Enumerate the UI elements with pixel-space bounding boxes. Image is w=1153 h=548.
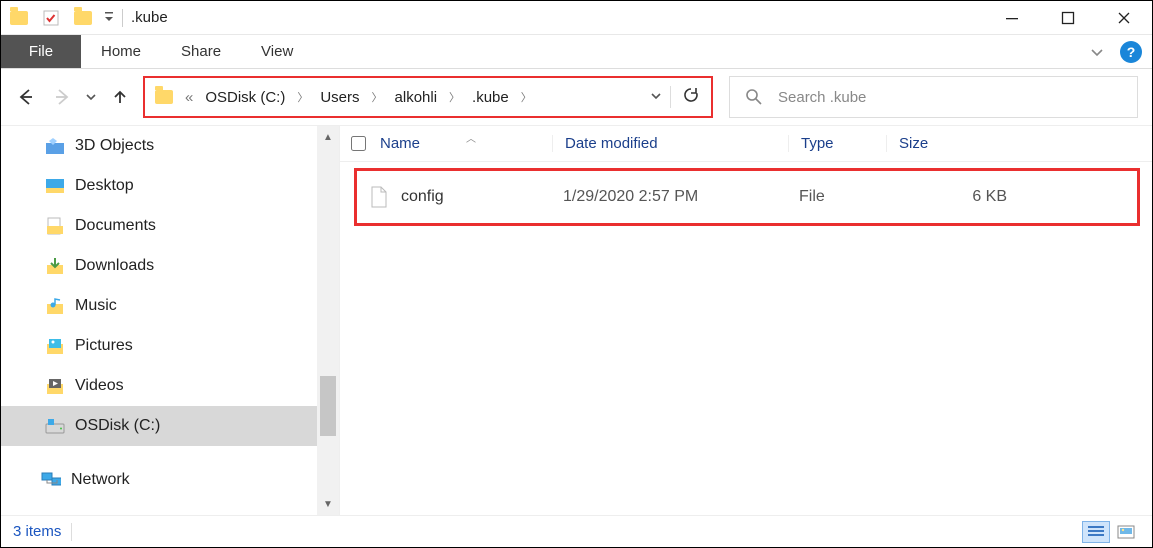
refresh-button[interactable]: [671, 86, 711, 108]
close-button[interactable]: [1096, 1, 1152, 35]
column-type[interactable]: Type: [788, 135, 886, 152]
window-controls: [984, 1, 1152, 35]
status-bar: 3 items: [1, 515, 1152, 547]
tree-item-label: Desktop: [75, 177, 134, 195]
details-view-button[interactable]: [1082, 521, 1110, 543]
drive-icon: [45, 416, 65, 436]
scroll-up-button[interactable]: ▲: [317, 126, 339, 148]
minimize-button[interactable]: [984, 1, 1040, 35]
tree-item-label: Videos: [75, 377, 124, 395]
tree-item-desktop[interactable]: Desktop: [1, 166, 317, 206]
scrollbar[interactable]: ▲ ▼: [317, 126, 339, 515]
back-button[interactable]: [9, 80, 43, 114]
folder-icon: [45, 216, 65, 236]
file-size: 6 KB: [895, 188, 1015, 206]
folder-icon: [145, 78, 183, 116]
folder-icon: [45, 376, 65, 396]
thumbnails-view-button[interactable]: [1112, 521, 1140, 543]
column-name[interactable]: Name ︿: [376, 135, 552, 152]
chevron-right-icon[interactable]: 〉: [370, 89, 385, 105]
column-headers: Name ︿ Date modified Type Size: [340, 126, 1152, 162]
breadcrumb-seg-3[interactable]: .kube: [462, 78, 519, 116]
window-title: .kube: [131, 9, 168, 26]
file-tab[interactable]: File: [1, 35, 81, 68]
file-icon: [357, 186, 401, 208]
spacer: [1, 446, 317, 460]
address-dropdown-button[interactable]: [642, 89, 670, 106]
separator: [71, 523, 72, 541]
qat-customize-button[interactable]: [99, 4, 119, 32]
folder-icon: [45, 176, 65, 196]
highlighted-row-wrap: config 1/29/2020 2:57 PM File 6 KB: [354, 168, 1140, 226]
properties-qat-button[interactable]: [35, 4, 67, 32]
tree-item-label: 3D Objects: [75, 137, 154, 155]
address-bar[interactable]: « OSDisk (C:) 〉 Users 〉 alkohli 〉 .kube …: [143, 76, 713, 118]
folder-qat-button[interactable]: [67, 4, 99, 32]
column-date[interactable]: Date modified: [552, 135, 788, 152]
help-button[interactable]: ?: [1120, 41, 1142, 63]
scroll-down-button[interactable]: ▼: [317, 493, 339, 515]
recent-locations-button[interactable]: [81, 80, 101, 114]
tab-home[interactable]: Home: [81, 35, 161, 68]
column-size[interactable]: Size: [886, 135, 928, 152]
tree-item-music[interactable]: Music: [1, 286, 317, 326]
file-name: config: [401, 188, 563, 206]
folder-icon: [45, 336, 65, 356]
ribbon-expand-button[interactable]: [1080, 35, 1114, 68]
tree-item-videos[interactable]: Videos: [1, 366, 317, 406]
chevron-right-icon[interactable]: 〉: [447, 89, 462, 105]
item-count: 3 items: [13, 523, 61, 540]
tab-view[interactable]: View: [241, 35, 313, 68]
file-date: 1/29/2020 2:57 PM: [563, 188, 799, 206]
up-button[interactable]: [103, 80, 137, 114]
tree-item-label: Network: [71, 471, 130, 489]
tree-item-documents[interactable]: Documents: [1, 206, 317, 246]
navigation-pane[interactable]: 3D Objects Desktop Documents Downloads: [1, 126, 339, 515]
column-name-label: Name: [380, 135, 420, 152]
file-row[interactable]: config 1/29/2020 2:57 PM File 6 KB: [357, 177, 1137, 217]
maximize-button[interactable]: [1040, 1, 1096, 35]
file-type: File: [799, 188, 895, 206]
search-input[interactable]: Search .kube: [729, 76, 1138, 118]
separator: [119, 4, 125, 32]
main-area: 3D Objects Desktop Documents Downloads: [1, 125, 1152, 515]
search-placeholder: Search .kube: [778, 89, 866, 106]
breadcrumb-overflow[interactable]: «: [183, 78, 195, 116]
select-all-checkbox[interactable]: [340, 136, 376, 151]
chevron-right-icon[interactable]: 〉: [295, 89, 310, 105]
breadcrumb-seg-2[interactable]: alkohli: [385, 78, 448, 116]
tree-item-downloads[interactable]: Downloads: [1, 246, 317, 286]
navigation-bar: « OSDisk (C:) 〉 Users 〉 alkohli 〉 .kube …: [1, 69, 1152, 125]
tree-item-network[interactable]: Network: [1, 460, 317, 500]
tree-item-label: Documents: [75, 217, 156, 235]
sort-indicator-icon: ︿: [466, 130, 476, 145]
quick-access-toolbar: [3, 4, 119, 32]
ribbon: File Home Share View ?: [1, 35, 1152, 69]
breadcrumb-seg-1[interactable]: Users: [310, 78, 369, 116]
tree-item-pictures[interactable]: Pictures: [1, 326, 317, 366]
tree-item-label: OSDisk (C:): [75, 417, 160, 435]
tree-item-label: Pictures: [75, 337, 133, 355]
search-icon: [744, 87, 764, 107]
tab-share[interactable]: Share: [161, 35, 241, 68]
forward-button[interactable]: [45, 80, 79, 114]
tree-item-label: Downloads: [75, 257, 154, 275]
folder-icon: [45, 256, 65, 276]
file-list: Name ︿ Date modified Type Size config 1/…: [340, 126, 1152, 515]
folder-icon: [3, 4, 35, 32]
tree-item-3d-objects[interactable]: 3D Objects: [1, 126, 317, 166]
network-icon: [41, 470, 61, 490]
tree-item-osdisk[interactable]: OSDisk (C:): [1, 406, 317, 446]
chevron-right-icon[interactable]: 〉: [519, 89, 534, 105]
tree-item-label: Music: [75, 297, 117, 315]
folder-icon: [45, 136, 65, 156]
breadcrumb-seg-0[interactable]: OSDisk (C:): [195, 78, 295, 116]
folder-icon: [45, 296, 65, 316]
scrollbar-thumb[interactable]: [320, 376, 336, 436]
titlebar: .kube: [1, 1, 1152, 35]
